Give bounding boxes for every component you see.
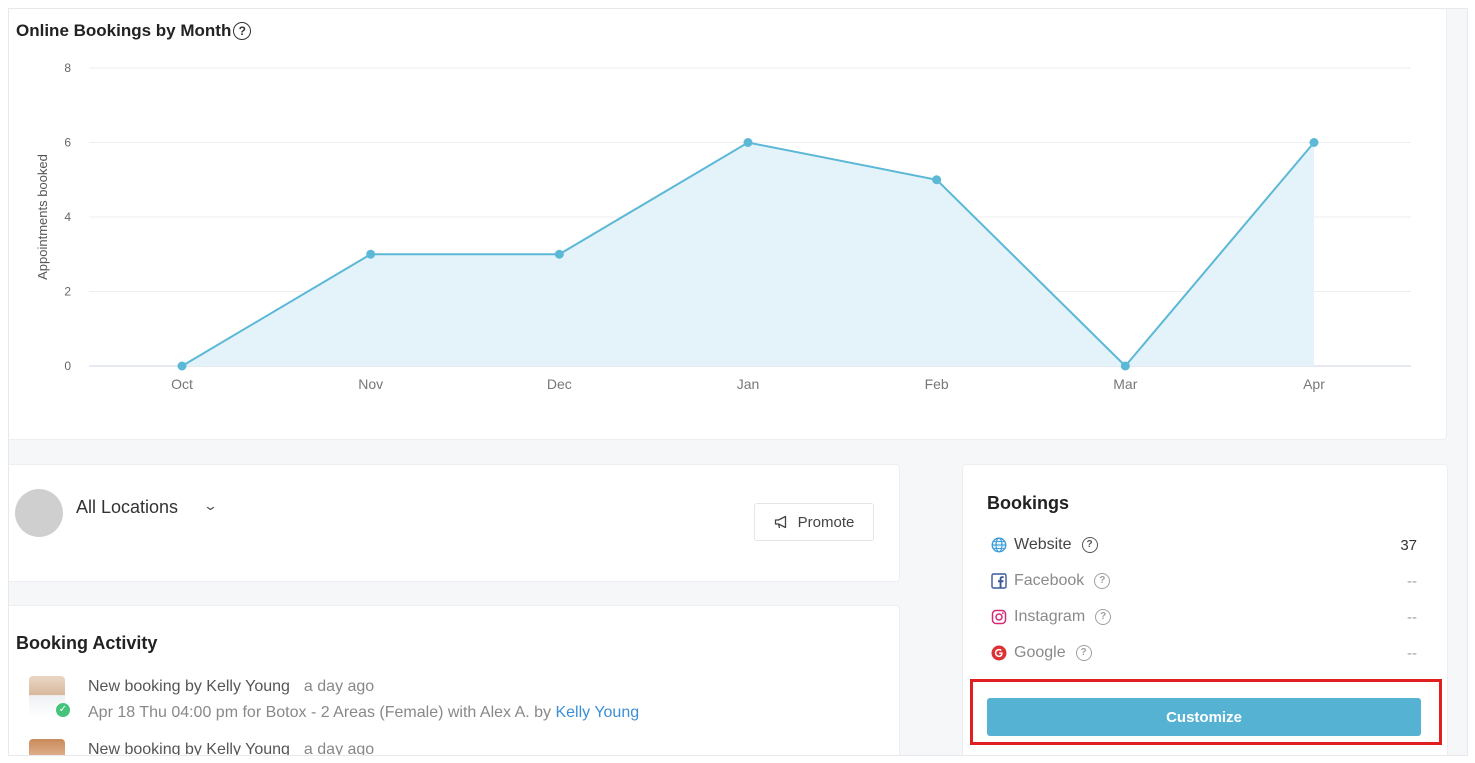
chevron-down-icon[interactable]: ⌄ xyxy=(203,498,218,514)
customize-highlight-box: Customize xyxy=(970,679,1442,745)
y-tick-label: 6 xyxy=(64,136,71,150)
data-point xyxy=(554,249,564,259)
data-point xyxy=(743,138,753,147)
booking-source-website: Website ? 37 xyxy=(991,534,1417,556)
promote-button[interactable]: Promote xyxy=(754,503,874,541)
bookings-title: Bookings xyxy=(987,493,1070,513)
source-count: -- xyxy=(1407,608,1417,626)
booking-activity-card: Booking Activity ✓ New booking by Kelly … xyxy=(9,605,900,756)
y-tick-label: 0 xyxy=(64,359,71,373)
activity-headline: New booking by Kelly Young a day ago xyxy=(88,741,375,756)
booking-source-google: Google ? -- xyxy=(991,642,1417,664)
activity-detail: Apr 18 Thu 04:00 pm for Botox - 2 Areas … xyxy=(88,704,639,722)
avatar xyxy=(29,739,65,755)
activity-headline: New booking by Kelly Young a day ago xyxy=(88,678,374,696)
check-badge-icon: ✓ xyxy=(55,702,71,718)
source-label: Website xyxy=(1014,536,1072,553)
instagram-icon xyxy=(991,609,1007,625)
megaphone-icon xyxy=(774,515,786,529)
source-label: Facebook xyxy=(1014,572,1085,589)
y-axis-label: Appointments booked xyxy=(35,154,50,280)
location-avatar xyxy=(15,489,63,537)
x-tick-label: Apr xyxy=(1303,376,1325,392)
area-fill xyxy=(182,142,1314,366)
source-count: -- xyxy=(1407,644,1417,662)
customize-button[interactable]: Customize xyxy=(987,698,1421,736)
data-point xyxy=(1120,361,1130,371)
data-point xyxy=(1309,138,1319,147)
promote-label: Promote xyxy=(797,513,855,531)
activity-text: New booking by Kelly Young xyxy=(88,741,290,756)
question-circle-icon[interactable]: ? xyxy=(1075,645,1092,661)
question-circle-icon[interactable]: ? xyxy=(1094,573,1111,589)
data-point xyxy=(177,361,187,371)
question-circle-icon[interactable]: ? xyxy=(1095,609,1112,625)
dashboard-frame: Online Bookings by Month ? 0 2 4 6 8 Appointm… xyxy=(8,8,1468,756)
facebook-icon xyxy=(991,573,1007,589)
x-tick-label: Oct xyxy=(171,376,193,392)
bookings-area-chart: 0 2 4 6 8 Appointments booked Oct Nov Dec Jan Feb M… xyxy=(35,61,1411,392)
location-card: All Locations ⌄ Promote xyxy=(9,464,900,582)
booking-source-facebook: Facebook ? -- xyxy=(991,570,1417,592)
y-tick-label: 8 xyxy=(64,61,71,75)
source-count: 37 xyxy=(1400,536,1417,554)
globe-icon xyxy=(991,537,1007,553)
source-count: -- xyxy=(1407,572,1417,590)
y-tick-label: 2 xyxy=(64,285,71,299)
avatar: ✓ xyxy=(29,676,71,718)
x-tick-label: Nov xyxy=(358,376,383,392)
y-tick-label: 4 xyxy=(64,210,71,224)
booking-activity-title: Booking Activity xyxy=(16,633,158,653)
x-tick-label: Dec xyxy=(547,376,572,392)
booking-source-instagram: Instagram ? -- xyxy=(991,606,1417,628)
activity-time: a day ago xyxy=(303,678,375,695)
google-icon xyxy=(991,645,1007,661)
source-label: Instagram xyxy=(1014,608,1086,625)
source-label: Google xyxy=(1014,644,1066,661)
activity-detail-text: Apr 18 Thu 04:00 pm for Botox - 2 Areas … xyxy=(88,704,556,721)
question-circle-icon[interactable]: ? xyxy=(1081,537,1098,553)
customer-link[interactable]: Kelly Young xyxy=(555,704,639,721)
location-select-label[interactable]: All Locations xyxy=(76,497,178,518)
data-point xyxy=(366,249,376,259)
online-bookings-chart-card: Online Bookings by Month ? 0 2 4 6 8 Appointm… xyxy=(9,9,1447,440)
x-tick-label: Feb xyxy=(925,376,949,392)
activity-text: New booking by Kelly Young xyxy=(88,678,290,695)
x-tick-label: Mar xyxy=(1113,376,1137,392)
data-point xyxy=(932,175,942,185)
activity-time: a day ago xyxy=(303,741,375,756)
x-tick-label: Jan xyxy=(737,376,760,392)
